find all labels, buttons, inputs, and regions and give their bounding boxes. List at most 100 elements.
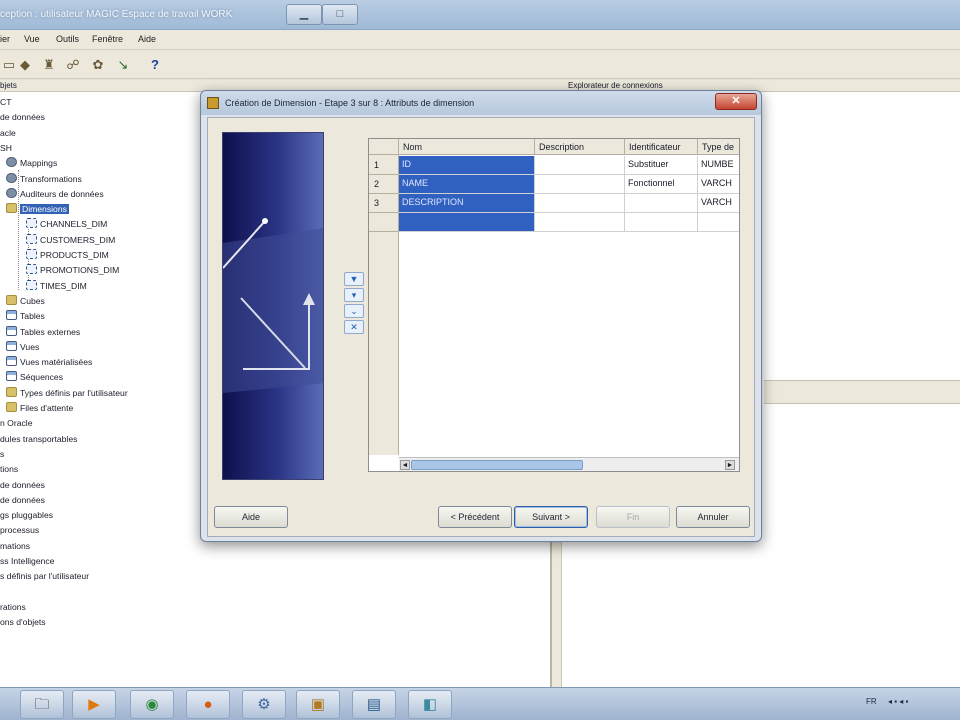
row-header[interactable] xyxy=(369,213,399,232)
cell-name[interactable]: DESCRIPTION xyxy=(399,194,535,213)
tree-item[interactable]: Files d'attente xyxy=(6,401,73,416)
tree-item[interactable]: Auditeurs de données xyxy=(6,187,104,202)
tools-icon[interactable]: ⚙ xyxy=(242,690,286,719)
app-icon[interactable]: ◧ xyxy=(408,690,452,719)
tree-item[interactable]: tions xyxy=(0,462,18,477)
scroll-right-arrow[interactable]: ► xyxy=(725,460,735,470)
tree-item[interactable]: processus xyxy=(0,523,39,538)
tree-item[interactable]: TIMES_DIM xyxy=(26,279,87,294)
maximize-button[interactable]: □ xyxy=(322,4,358,25)
cell-type[interactable]: VARCH xyxy=(698,175,739,194)
cell-type[interactable]: NUMBE xyxy=(698,156,739,175)
tree-item[interactable]: rations xyxy=(0,600,26,615)
tree-item[interactable]: Dimensions xyxy=(6,202,69,217)
tree-item[interactable]: CHANNELS_DIM xyxy=(26,217,107,232)
cell-identifier[interactable] xyxy=(625,213,698,232)
tree-item[interactable]: Séquences xyxy=(6,370,63,385)
tree-item[interactable]: Vues matérialisées xyxy=(6,355,92,370)
archive-icon[interactable]: ▣ xyxy=(296,690,340,719)
cell-description[interactable] xyxy=(535,194,625,213)
firefox-icon[interactable]: ● xyxy=(186,690,230,719)
tree-item[interactable]: Tables xyxy=(6,309,45,324)
move-bottom-button[interactable]: ✕ xyxy=(344,320,364,334)
cancel-button[interactable]: Annuler xyxy=(676,506,750,528)
stamp-icon[interactable]: ♜ xyxy=(40,56,58,74)
tree-item[interactable]: mations xyxy=(0,539,30,554)
tree-item[interactable]: SH xyxy=(0,141,12,156)
column-header-type[interactable]: Type de xyxy=(698,139,739,155)
help-button[interactable]: Aide xyxy=(214,506,288,528)
cell-identifier[interactable] xyxy=(625,194,698,213)
tree-item[interactable]: de données xyxy=(0,478,45,493)
tree-item[interactable]: PRODUCTS_DIM xyxy=(26,248,109,263)
tray-icons[interactable]: ◂ ▪ ◂ ▪ xyxy=(888,697,908,706)
move-up-button[interactable]: ▾ xyxy=(344,288,364,302)
tree-item-label: Transformations xyxy=(20,173,82,184)
deploy-icon[interactable]: ✿ xyxy=(89,56,107,74)
panel-splitter-horizontal[interactable] xyxy=(764,380,960,404)
cell-description[interactable] xyxy=(535,156,625,175)
cell-name[interactable] xyxy=(399,213,535,232)
finish-button[interactable]: Fin xyxy=(596,506,670,528)
tree-item[interactable]: s xyxy=(0,447,4,462)
move-down-button[interactable]: ⌄ xyxy=(344,304,364,318)
cell-description[interactable] xyxy=(535,175,625,194)
column-header-description[interactable]: Description xyxy=(535,139,625,155)
column-header-name[interactable]: Nom xyxy=(399,139,535,155)
cell-type[interactable] xyxy=(698,213,739,232)
tree-item[interactable]: CT xyxy=(0,95,11,110)
network-icon[interactable]: ◉ xyxy=(130,690,174,719)
cell-name[interactable]: ID xyxy=(399,156,535,175)
tree-item[interactable]: ss Intelligence xyxy=(0,554,54,569)
help-icon[interactable]: ? xyxy=(146,56,164,74)
menu-help[interactable]: Aide xyxy=(138,34,156,44)
cell-identifier[interactable]: Fonctionnel xyxy=(625,175,698,194)
tree-item[interactable]: CUSTOMERS_DIM xyxy=(26,233,115,248)
cell-description[interactable] xyxy=(535,213,625,232)
column-header-identifier[interactable]: Identificateur xyxy=(625,139,698,155)
menu-window[interactable]: Fenêtre xyxy=(92,34,123,44)
scroll-left-arrow[interactable]: ◄ xyxy=(400,460,410,470)
menu-file[interactable]: ier xyxy=(0,34,10,44)
menu-view[interactable]: Vue xyxy=(24,34,40,44)
tree-item[interactable]: acle xyxy=(0,126,16,141)
cell-identifier[interactable]: Substituer xyxy=(625,156,698,175)
tree-item[interactable]: n Oracle xyxy=(0,416,32,431)
tree-item[interactable]: dules transportables xyxy=(0,432,77,447)
cell-name[interactable]: NAME xyxy=(399,175,535,194)
cell-type[interactable]: VARCH xyxy=(698,194,739,213)
tree-item[interactable]: gs pluggables xyxy=(0,508,53,523)
row-header[interactable]: 2 xyxy=(369,175,399,194)
attributes-grid: Nom Description Identificateur Type de 1… xyxy=(368,138,740,472)
tree-item[interactable]: ons d'objets xyxy=(0,615,46,630)
tree-item[interactable]: Transformations xyxy=(6,172,82,187)
language-indicator[interactable]: FR xyxy=(866,697,877,706)
arrow-icon[interactable]: ↘ xyxy=(114,56,132,74)
move-top-button[interactable]: ▼ xyxy=(344,272,364,286)
scroll-thumb[interactable] xyxy=(411,460,583,470)
tree-item[interactable]: Types définis par l'utilisateur xyxy=(6,386,128,401)
media-player-icon[interactable]: ▶ xyxy=(72,690,116,719)
tree-item[interactable]: s définis par l'utilisateur xyxy=(0,569,89,584)
tree-item[interactable]: de données xyxy=(0,110,45,125)
tree-item[interactable]: de données xyxy=(0,493,45,508)
tree-item[interactable]: Mappings xyxy=(6,156,57,171)
gear-icon xyxy=(6,172,17,183)
row-header[interactable]: 3 xyxy=(369,194,399,213)
dialog-close-button[interactable]: ✕ xyxy=(715,93,757,110)
tree-item[interactable]: Tables externes xyxy=(6,325,80,340)
window-icon[interactable]: ▤ xyxy=(352,690,396,719)
tree-item[interactable]: Cubes xyxy=(6,294,45,309)
tree-item[interactable]: PROMOTIONS_DIM xyxy=(26,263,119,278)
row-header[interactable]: 1 xyxy=(369,156,399,175)
grid-horizontal-scrollbar[interactable]: ◄ ► xyxy=(399,457,739,471)
menu-tools[interactable]: Outils xyxy=(56,34,79,44)
tag-icon[interactable]: ◆ xyxy=(16,56,34,74)
wizard-illustration xyxy=(222,132,324,480)
explorer-icon[interactable]: 🗀 xyxy=(20,690,64,719)
tree-item[interactable]: Vues xyxy=(6,340,39,355)
next-button[interactable]: Suivant > xyxy=(514,506,588,528)
minimize-button[interactable]: ▁ xyxy=(286,4,322,25)
previous-button[interactable]: < Précédent xyxy=(438,506,512,528)
connect-icon[interactable]: ☍ xyxy=(64,56,82,74)
